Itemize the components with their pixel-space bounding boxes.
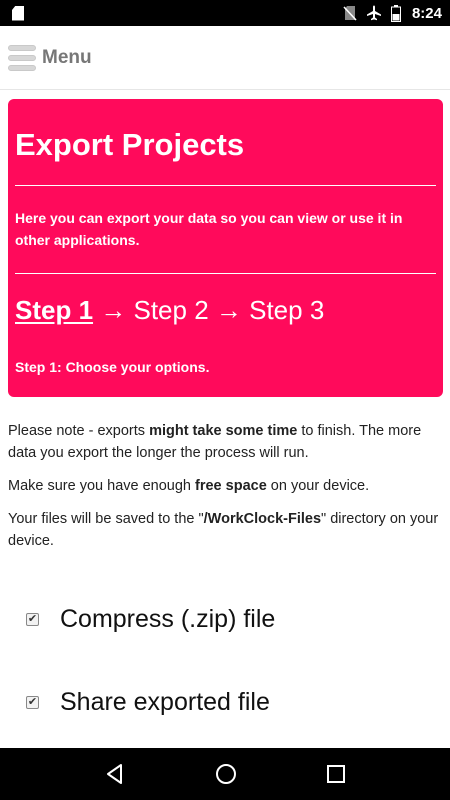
- no-sim-icon: [343, 6, 357, 21]
- page-title: Export Projects: [15, 127, 245, 162]
- status-bar: 8:24: [0, 0, 450, 26]
- app-bar: Menu: [0, 26, 450, 90]
- step-2-label: Step 2: [133, 295, 209, 325]
- hamburger-menu-icon[interactable]: [8, 44, 36, 71]
- back-icon[interactable]: [104, 763, 126, 785]
- export-description: Here you can export your data so you can…: [15, 210, 403, 248]
- menu-label[interactable]: Menu: [42, 47, 92, 69]
- step-1-link[interactable]: Step 1: [15, 295, 93, 325]
- step-hint: Step 1: Choose your options.: [15, 359, 210, 375]
- note-space: Make sure you have enough free space on …: [8, 478, 370, 494]
- status-time: 8:24: [411, 4, 442, 22]
- airplane-icon: [366, 5, 381, 21]
- compress-zip-checkbox[interactable]: ✔: [26, 613, 39, 626]
- share-file-label[interactable]: Share exported file: [60, 688, 270, 717]
- recents-icon[interactable]: [326, 764, 346, 784]
- note-time: Please note - exports might take some ti…: [8, 423, 422, 461]
- divider: [15, 185, 436, 186]
- battery-icon: [390, 4, 401, 22]
- export-header-card: Export Projects Here you can export your…: [8, 99, 443, 397]
- step-3-label: Step 3: [249, 295, 325, 325]
- compress-zip-label[interactable]: Compress (.zip) file: [60, 605, 275, 634]
- navigation-bar: [0, 748, 450, 800]
- step-arrow: →: [93, 295, 134, 325]
- share-file-checkbox[interactable]: ✔: [26, 696, 39, 709]
- export-notes: Please note - exports might take some ti…: [8, 420, 442, 563]
- home-icon[interactable]: [214, 762, 238, 786]
- compress-zip-option[interactable]: ✔ Compress (.zip) file: [26, 605, 275, 634]
- step-arrow: →: [208, 295, 250, 325]
- note-directory: Your files will be saved to the "/WorkCl…: [8, 511, 439, 549]
- divider: [15, 273, 436, 274]
- share-file-option[interactable]: ✔ Share exported file: [26, 688, 270, 717]
- step-progress: Step 1 → Step 2 → Step 3: [15, 297, 324, 323]
- sd-card-icon: [12, 5, 24, 21]
